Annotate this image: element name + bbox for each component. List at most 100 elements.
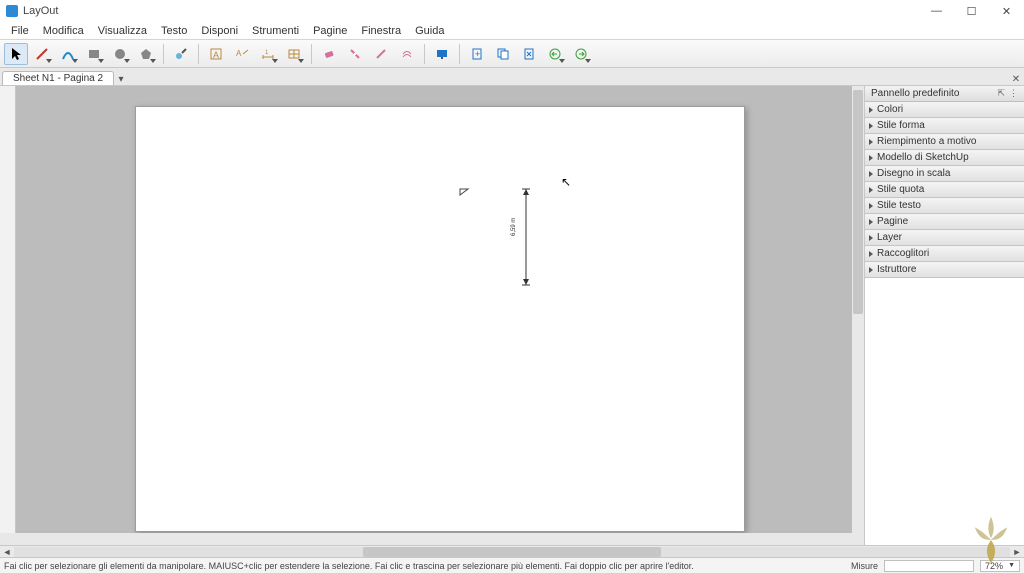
tab-dropdown[interactable]: ▾ bbox=[114, 74, 128, 85]
status-hint: Fai clic per selezionare gli elementi da… bbox=[4, 561, 694, 571]
toolbar-separator bbox=[311, 44, 312, 64]
menubar: FileModificaVisualizzaTestoDisponiStrume… bbox=[0, 22, 1024, 40]
dimension-label: 6,59 m bbox=[511, 218, 517, 236]
side-panel-header[interactable]: Pannello predefinito ⇱ ⋮ bbox=[865, 86, 1024, 102]
delete-page[interactable] bbox=[517, 43, 541, 65]
menu-finestra[interactable]: Finestra bbox=[354, 24, 408, 38]
vertical-scroll-gutter bbox=[0, 86, 16, 533]
panel-item-label: Disegno in scala bbox=[877, 168, 950, 179]
statusbar: Fai clic per selezionare gli elementi da… bbox=[0, 557, 1024, 573]
menu-disponi[interactable]: Disponi bbox=[194, 24, 245, 38]
toolbar-separator bbox=[424, 44, 425, 64]
panel-item-layer[interactable]: Layer bbox=[865, 230, 1024, 246]
maximize-button[interactable]: ☐ bbox=[954, 0, 989, 22]
menu-testo[interactable]: Testo bbox=[154, 24, 194, 38]
offset-tool[interactable] bbox=[395, 43, 419, 65]
document-tab[interactable]: Sheet N1 - Pagina 2 bbox=[2, 71, 114, 85]
panel-menu-icon[interactable]: ⋮ bbox=[1009, 88, 1018, 99]
select-tool[interactable] bbox=[4, 43, 28, 65]
scrollbar-thumb[interactable] bbox=[853, 90, 863, 314]
tab-close[interactable]: ✕ bbox=[1008, 74, 1024, 85]
split-tool[interactable] bbox=[343, 43, 367, 65]
dropdown-arrow-icon bbox=[150, 59, 156, 63]
dropdown-arrow-icon bbox=[98, 59, 104, 63]
page-canvas[interactable]: 6,59 m ↖ bbox=[135, 106, 745, 532]
panel-item-stile-quota[interactable]: Stile quota bbox=[865, 182, 1024, 198]
chevron-right-icon bbox=[869, 139, 873, 145]
canvas-area[interactable]: 6,59 m ↖ bbox=[0, 86, 864, 545]
cursor-icon: ↖ bbox=[561, 175, 571, 189]
style-tool[interactable] bbox=[169, 43, 193, 65]
dropdown-arrow-icon bbox=[124, 59, 130, 63]
menu-modifica[interactable]: Modifica bbox=[36, 24, 91, 38]
dropdown-arrow-icon bbox=[46, 59, 52, 63]
panel-item-modello-di-sketchup[interactable]: Modello di SketchUp bbox=[865, 150, 1024, 166]
eraser-tool[interactable] bbox=[317, 43, 341, 65]
text-tool[interactable]: A bbox=[204, 43, 228, 65]
dimension-tool[interactable]: 1 bbox=[256, 43, 280, 65]
panel-item-label: Istruttore bbox=[877, 264, 916, 275]
dropdown-arrow-icon bbox=[585, 59, 591, 63]
panel-item-stile-forma[interactable]: Stile forma bbox=[865, 118, 1024, 134]
document-tabs: Sheet N1 - Pagina 2 ▾ ✕ bbox=[0, 68, 1024, 86]
menu-strumenti[interactable]: Strumenti bbox=[245, 24, 306, 38]
window-controls: — ☐ ✕ bbox=[919, 0, 1024, 22]
present-tool[interactable] bbox=[430, 43, 454, 65]
dropdown-arrow-icon bbox=[272, 59, 278, 63]
side-panel-title: Pannello predefinito bbox=[871, 88, 959, 99]
table-tool[interactable] bbox=[282, 43, 306, 65]
menu-pagine[interactable]: Pagine bbox=[306, 24, 354, 38]
arc-tool[interactable] bbox=[56, 43, 80, 65]
chevron-right-icon bbox=[869, 203, 873, 209]
measurement-input[interactable] bbox=[884, 560, 974, 572]
hscroll-track[interactable] bbox=[14, 547, 1010, 557]
app-title: LayOut bbox=[23, 5, 58, 17]
scroll-left[interactable]: ◄ bbox=[0, 547, 14, 557]
panel-item-raccoglitori[interactable]: Raccoglitori bbox=[865, 246, 1024, 262]
add-page[interactable]: + bbox=[465, 43, 489, 65]
join-tool[interactable] bbox=[369, 43, 393, 65]
prev-page[interactable] bbox=[543, 43, 567, 65]
panel-item-riempimento-a-motivo[interactable]: Riempimento a motivo bbox=[865, 134, 1024, 150]
horizontal-scrollbar[interactable]: ◄ ► bbox=[0, 545, 1024, 557]
svg-text:A: A bbox=[236, 49, 242, 58]
close-button[interactable]: ✕ bbox=[989, 0, 1024, 22]
panel-item-label: Modello di SketchUp bbox=[877, 152, 969, 163]
status-misure-label: Misure bbox=[851, 561, 878, 571]
panel-item-pagine[interactable]: Pagine bbox=[865, 214, 1024, 230]
panel-item-disegno-in-scala[interactable]: Disegno in scala bbox=[865, 166, 1024, 182]
menu-file[interactable]: File bbox=[4, 24, 36, 38]
toolbar-separator bbox=[198, 44, 199, 64]
panel-item-label: Stile quota bbox=[877, 184, 924, 195]
rectangle-tool[interactable] bbox=[82, 43, 106, 65]
panel-item-colori[interactable]: Colori bbox=[865, 102, 1024, 118]
vertical-scrollbar[interactable] bbox=[852, 86, 864, 533]
menu-guida[interactable]: Guida bbox=[408, 24, 451, 38]
zoom-value: 72% bbox=[985, 561, 1003, 571]
line-tool[interactable] bbox=[30, 43, 54, 65]
toolbar-separator bbox=[163, 44, 164, 64]
chevron-right-icon bbox=[869, 267, 873, 273]
horizontal-scroll-gutter bbox=[0, 533, 864, 545]
panel-item-label: Riempimento a motivo bbox=[877, 136, 976, 147]
circle-tool[interactable] bbox=[108, 43, 132, 65]
zoom-selector[interactable]: 72% ▼ bbox=[980, 560, 1020, 572]
duplicate-page[interactable] bbox=[491, 43, 515, 65]
label-tool[interactable]: A bbox=[230, 43, 254, 65]
chevron-right-icon bbox=[869, 155, 873, 161]
panel-item-label: Colori bbox=[877, 104, 903, 115]
next-page[interactable] bbox=[569, 43, 593, 65]
hscroll-thumb[interactable] bbox=[363, 547, 662, 557]
svg-text:1: 1 bbox=[265, 50, 269, 56]
panel-pin-icon[interactable]: ⇱ bbox=[997, 88, 1005, 99]
main-toolbar: AA 1 + bbox=[0, 40, 1024, 68]
menu-visualizza[interactable]: Visualizza bbox=[91, 24, 154, 38]
panel-item-stile-testo[interactable]: Stile testo bbox=[865, 198, 1024, 214]
minimize-button[interactable]: — bbox=[919, 0, 954, 22]
panel-item-istruttore[interactable]: Istruttore bbox=[865, 262, 1024, 278]
dropdown-arrow-icon bbox=[72, 59, 78, 63]
side-panel-body bbox=[865, 278, 1024, 545]
scroll-right[interactable]: ► bbox=[1010, 547, 1024, 557]
polygon-tool[interactable] bbox=[134, 43, 158, 65]
panel-item-label: Stile forma bbox=[877, 120, 925, 131]
